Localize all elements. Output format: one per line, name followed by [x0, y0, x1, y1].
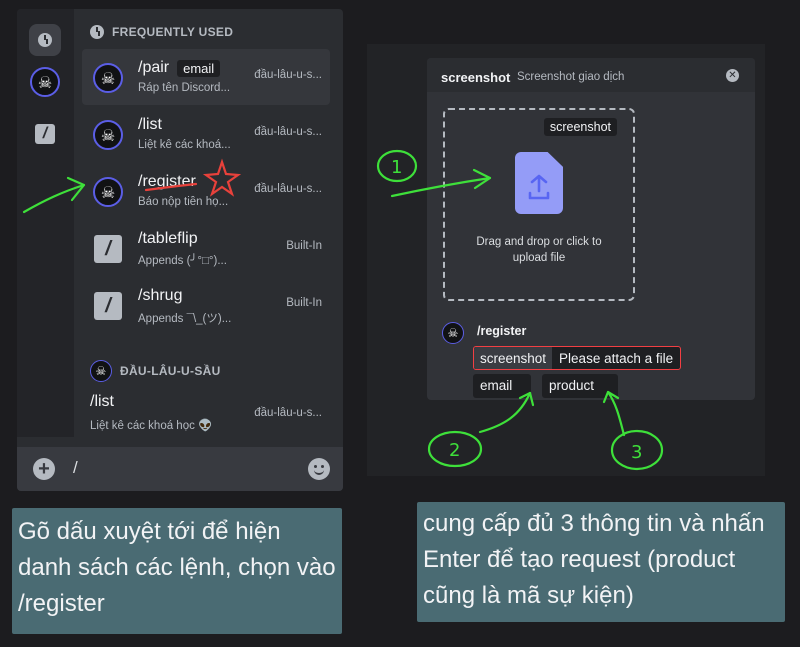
option-screenshot-field[interactable]: screenshot Please attach a file: [473, 346, 682, 370]
plus-icon[interactable]: +: [33, 458, 55, 480]
modal-header: screenshot Screenshot giao dịch ✕: [427, 58, 755, 92]
close-icon[interactable]: ✕: [726, 69, 739, 82]
command-source: đầu-lâu-u-s...: [254, 126, 322, 138]
command-item-pair[interactable]: ☠ /pair email Ráp tên Discord... đầu-lâu…: [82, 49, 330, 105]
command-source: đầu-lâu-u-s...: [254, 69, 322, 81]
drop-zone-tag: screenshot: [543, 118, 617, 136]
option-product-field[interactable]: product: [542, 374, 618, 398]
command-item-shrug[interactable]: / /shrug Appends ¯\_(ツ)... Built-In: [82, 277, 330, 333]
section-label: ĐẦU-LÂU-U-SẦU: [120, 364, 221, 378]
command-name: /shrug: [138, 287, 183, 304]
skull-avatar-icon: ☠: [93, 120, 123, 150]
caption-right: cung cấp đủ 3 thông tin và nhấn Enter để…: [417, 502, 785, 622]
section-bot: ☠ ĐẦU-LÂU-U-SẦU: [90, 360, 221, 382]
command-item-tableflip[interactable]: / /tableflip Appends (╯°□°)... Built-In: [82, 220, 330, 276]
message-input[interactable]: /: [73, 458, 78, 478]
emoji-icon[interactable]: [308, 458, 330, 480]
modal-title: screenshot: [441, 70, 511, 85]
skull-avatar-icon: ☠: [90, 360, 112, 382]
command-item-bot-list[interactable]: /list Liệt kê các khoá học 👽 đầu-lâu-u-s…: [74, 387, 330, 443]
command-description: Báo nộp tiền họ...: [138, 196, 229, 208]
command-description: Appends (╯°□°)...: [138, 255, 227, 267]
command-picker-panel: ☠ / FREQUENTLY USED ☠ /pair email Ráp tê…: [17, 9, 343, 491]
clock-icon: [38, 33, 52, 47]
option-email-field[interactable]: email: [473, 374, 531, 398]
section-frequently-used: FREQUENTLY USED: [90, 25, 233, 39]
drop-zone-text: Drag and drop or click to upload file: [476, 236, 602, 264]
command-description: Appends ¯\_(ツ)...: [138, 313, 232, 325]
slash-icon: /: [94, 292, 122, 320]
command-option-chip: email: [177, 59, 221, 77]
slash-icon: /: [35, 124, 55, 144]
skull-avatar-icon: ☠: [30, 67, 60, 97]
command-item-list[interactable]: ☠ /list Liệt kê các khoá... đầu-lâu-u-s.…: [82, 106, 330, 162]
file-drop-zone[interactable]: screenshot Drag and drop or click to upl…: [443, 108, 635, 301]
skull-avatar-icon: ☠: [442, 322, 464, 344]
command-name: /pair: [138, 59, 170, 76]
clock-icon: [90, 25, 104, 39]
skull-avatar-icon: ☠: [93, 177, 123, 207]
command-description: Liệt kê các khoá học 👽: [90, 420, 213, 432]
bot-avatar: ☠: [442, 322, 464, 344]
section-label: FREQUENTLY USED: [112, 25, 234, 39]
option-key: screenshot: [474, 347, 553, 369]
command-name: /tableflip: [138, 230, 198, 247]
command-name: /list: [90, 393, 114, 410]
bot-category-button[interactable]: ☠: [29, 66, 61, 98]
modal-subtitle: Screenshot giao dịch: [517, 71, 625, 83]
message-input-bar[interactable]: + /: [17, 447, 343, 491]
slash-icon: /: [94, 235, 122, 263]
builtin-category-button[interactable]: /: [29, 118, 61, 150]
command-source: Built-In: [286, 240, 322, 252]
caption-left: Gõ dấu xuyệt tới để hiện danh sách các l…: [12, 508, 342, 634]
command-description: Ráp tên Discord...: [138, 82, 231, 94]
command-name: /register: [138, 173, 196, 190]
command-description: Liệt kê các khoá...: [138, 139, 231, 151]
command-category-rail: ☠ /: [17, 9, 74, 437]
upload-arrow-icon: [528, 174, 550, 200]
skull-avatar-icon: ☠: [93, 63, 123, 93]
recent-category-button[interactable]: [29, 24, 61, 56]
command-list: FREQUENTLY USED ☠ /pair email Ráp tên Di…: [74, 9, 343, 437]
command-item-register[interactable]: ☠ /register Báo nộp tiền họ... đầu-lâu-u…: [82, 163, 330, 219]
command-source: Built-In: [286, 297, 322, 309]
command-source: đầu-lâu-u-s...: [254, 407, 322, 419]
command-name: /list: [138, 116, 162, 133]
command-preview-title: /register: [477, 324, 527, 338]
command-source: đầu-lâu-u-s...: [254, 183, 322, 195]
option-value: Please attach a file: [559, 350, 674, 366]
